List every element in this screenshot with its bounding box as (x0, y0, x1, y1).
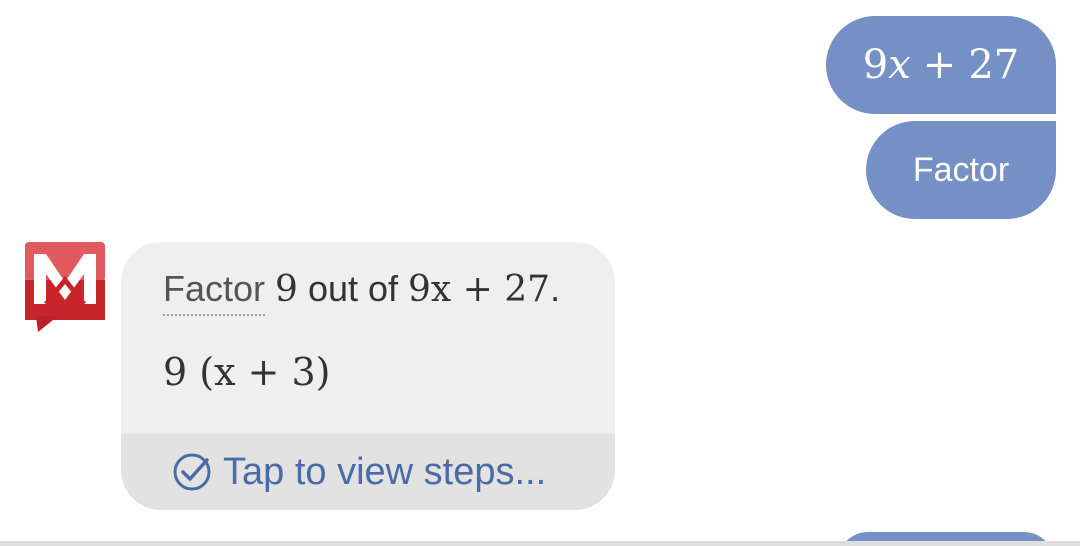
step-factor: 9 (275, 269, 298, 310)
expression-variable: x (888, 42, 911, 88)
bottom-divider (0, 541, 1080, 546)
user-message-command[interactable]: Factor (866, 121, 1056, 219)
chat-thread: 9 x +27 Factor Factor 9 out of 9x + 27 . 9… (0, 0, 1080, 546)
expression-constant: 27 (968, 42, 1020, 88)
command-text: Factor (912, 150, 1010, 189)
user-message-expression[interactable]: 9 x +27 (826, 16, 1056, 114)
view-steps-button[interactable]: Tap to view steps... (121, 434, 615, 510)
step-verb-link[interactable]: Factor (163, 268, 266, 316)
expression-coefficient: 9 (862, 42, 889, 88)
step-expression: 9x + 27 (408, 269, 551, 310)
view-steps-label: Tap to view steps... (223, 450, 547, 493)
mathway-logo-icon (24, 242, 106, 334)
expression-operator: + (922, 42, 957, 88)
answer-step-description: Factor 9 out of 9x + 27 . (163, 268, 560, 316)
step-period: . (550, 268, 561, 309)
answer-card: Factor 9 out of 9x + 27 . 9 (x + 3) Tap … (121, 242, 615, 510)
answer-result: 9 (x + 3) (163, 350, 331, 394)
check-circle-icon (173, 453, 211, 491)
step-connector-text: out of (307, 268, 399, 309)
